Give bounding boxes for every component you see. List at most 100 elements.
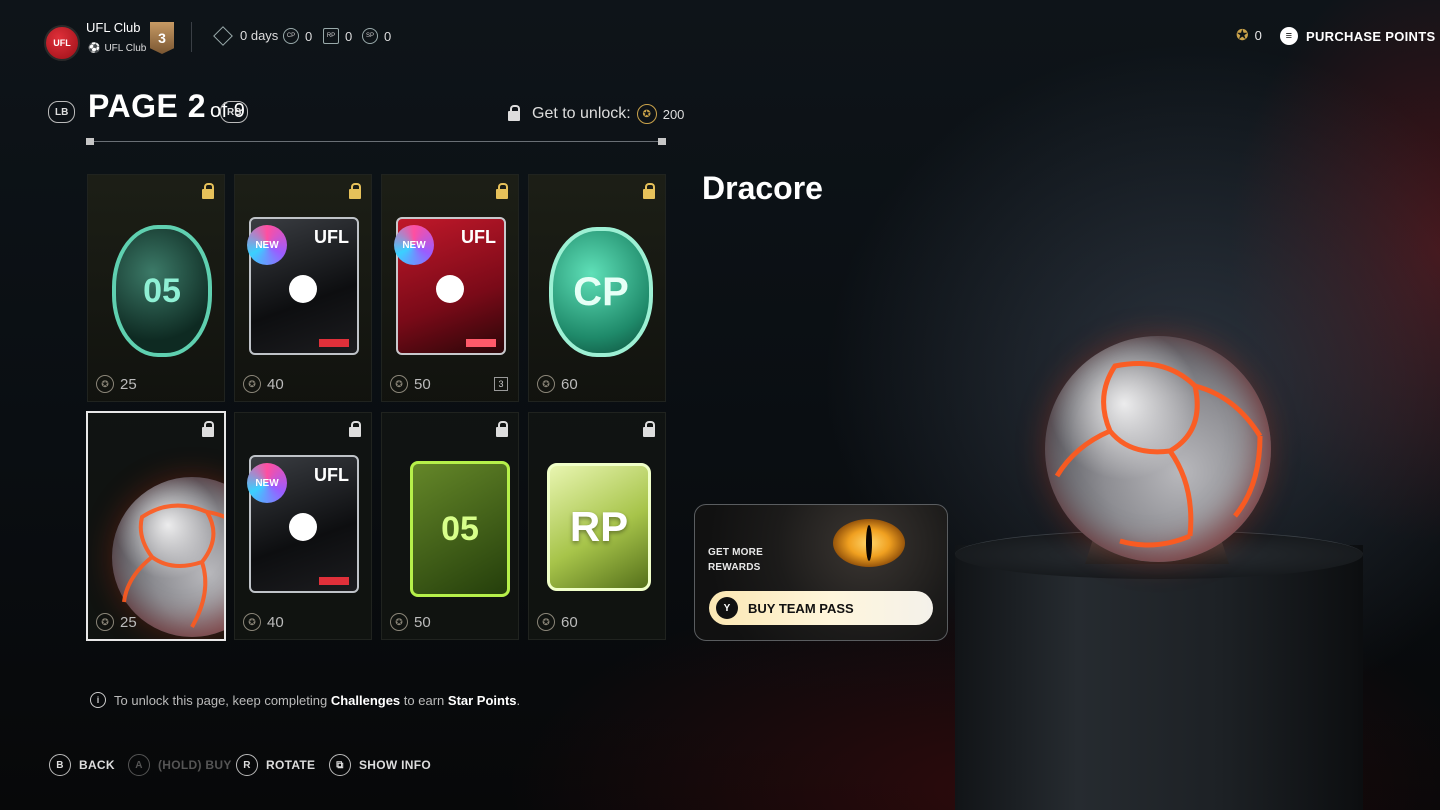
menu-icon: ≡ (1280, 27, 1298, 45)
a-button-icon: A (128, 754, 150, 776)
tile-cost: ✪ 40 (243, 613, 284, 631)
reward-tile[interactable]: UFL NEW ✪ 40 (234, 412, 372, 640)
token-text: 05 (143, 271, 181, 310)
lock-icon (349, 183, 361, 199)
tile-cost-value: 60 (561, 613, 578, 631)
lock-icon (349, 421, 361, 437)
quantity-badge: 3 (494, 377, 508, 391)
reward-tile[interactable]: UFL NEW ✪ 40 (234, 174, 372, 402)
ufl-pack-art: UFL NEW (247, 455, 359, 593)
tile-cost: ✪ 25 (96, 613, 137, 631)
rp-text: RP (569, 503, 629, 550)
star-points-icon: ✪ (537, 613, 555, 631)
tile-cost-value: 25 (120, 375, 137, 393)
page-number: PAGE 2 (88, 88, 206, 124)
view-button-icon: ⧉ (329, 754, 351, 776)
token-text: 05 (441, 509, 479, 548)
tile-cost: ✪ 40 (243, 375, 284, 393)
lb-button[interactable]: LB (48, 101, 76, 123)
tile-cost-value: 60 (561, 375, 578, 393)
info-icon: i (90, 692, 106, 708)
rp-plus-art: RP (547, 463, 651, 591)
purchase-points-button[interactable]: ≡ PURCHASE POINTS (1280, 27, 1435, 45)
barcode-icon (319, 577, 349, 585)
rp-value: 0 (345, 28, 353, 44)
buy-team-pass-button[interactable]: Y BUY TEAM PASS (709, 591, 933, 625)
cp-stat: CP 0 (283, 28, 312, 44)
hold-buy-hint[interactable]: A (HOLD) BUY (128, 754, 232, 776)
reward-tile[interactable]: RP ✪ 60 (528, 412, 666, 640)
tile-cost-value: 25 (120, 613, 137, 631)
ball-emblem-icon (289, 513, 317, 541)
show-info-hint[interactable]: ⧉ SHOW INFO (329, 754, 431, 776)
pack-brand: UFL (461, 227, 496, 247)
lock-icon (496, 421, 508, 437)
club-name: UFL Club (86, 20, 141, 35)
back-label: BACK (79, 758, 115, 772)
star-points-icon: ✪ (243, 613, 261, 631)
rp-icon: RP (323, 28, 339, 44)
reward-tile[interactable]: CP ✪ 60 (528, 174, 666, 402)
days-value: 0 days (240, 28, 279, 43)
r-stick-icon: R (236, 754, 258, 776)
new-badge: NEW (247, 463, 287, 503)
header-divider (88, 141, 666, 142)
back-hint[interactable]: B BACK (49, 754, 115, 776)
info-mid: to earn (403, 692, 445, 708)
unlock-label: Get to unlock: (532, 105, 631, 122)
sp-value: 0 (384, 28, 392, 44)
b-button-icon: B (49, 754, 71, 776)
tile-cost: ✪ 50 (390, 613, 431, 631)
lock-icon (202, 421, 214, 437)
show-info-label: SHOW INFO (359, 758, 432, 772)
tile-cost: ✪ 60 (537, 613, 578, 631)
rotate-label: ROTATE (266, 758, 316, 772)
promo-text: GET MORE REWARDS (708, 545, 763, 575)
team-pass-promo[interactable]: GET MORE REWARDS Y BUY TEAM PASS (694, 504, 948, 641)
unlock-requirement: Get to unlock: ✪ 200 (508, 104, 684, 124)
reward-tile[interactable]: 05 ✪ 50 (381, 412, 519, 640)
unlock-cost: 200 (662, 106, 685, 122)
pack-brand: UFL (314, 227, 349, 247)
reward-tile[interactable]: 05 ✪ 25 (87, 174, 225, 402)
rb-button[interactable]: RB (220, 101, 249, 123)
star-points-icon: ✪ (390, 375, 408, 393)
tile-cost-value: 50 (414, 375, 431, 393)
dracore-ball-preview[interactable] (1045, 336, 1271, 562)
rp-stat: RP 0 (323, 28, 352, 44)
rotate-hint[interactable]: R ROTATE (236, 754, 315, 776)
ball-emblem-icon (436, 275, 464, 303)
new-badge: NEW (247, 225, 287, 265)
star-points-icon: ✪ (537, 375, 555, 393)
star-points-balance: ✪ 0 (1236, 28, 1262, 43)
info-challenges: Challenges (330, 692, 401, 708)
hold-buy-label: (HOLD) BUY (158, 758, 232, 772)
reward-tile-selected[interactable]: ✪ 25 (86, 411, 226, 641)
new-badge: NEW (394, 225, 434, 265)
info-star-points: Star Points (447, 692, 517, 708)
barcode-icon (319, 339, 349, 347)
tile-cost-value: 40 (267, 613, 284, 631)
coin-text: CP (573, 269, 629, 314)
ufl-pack-art: UFL NEW (247, 217, 359, 355)
cp-icon: CP (283, 28, 299, 44)
star-points-icon: ✪ (243, 375, 261, 393)
cp-token-art: 05 (112, 225, 212, 357)
lock-icon (643, 183, 655, 199)
pack-brand: UFL (314, 465, 349, 485)
unlock-info: i To unlock this page, keep completing C… (90, 692, 520, 708)
buy-team-pass-label: BUY TEAM PASS (748, 600, 854, 616)
lock-icon (508, 105, 520, 121)
level-badge: 3 (150, 22, 174, 54)
sp-stat: SP 0 (362, 28, 391, 44)
club-subtitle-text: UFL Club (104, 43, 147, 54)
y-button-icon: Y (716, 597, 738, 619)
season-icon (213, 25, 233, 46)
display-pedestal (955, 545, 1363, 810)
info-suffix: . (516, 692, 521, 708)
cp-coin-art: CP (549, 227, 653, 357)
reward-tile[interactable]: UFL NEW ✪ 50 3 (381, 174, 519, 402)
tile-cost: ✪ 25 (96, 375, 137, 393)
lock-icon (643, 421, 655, 437)
promo-line-2: REWARDS (708, 562, 761, 573)
